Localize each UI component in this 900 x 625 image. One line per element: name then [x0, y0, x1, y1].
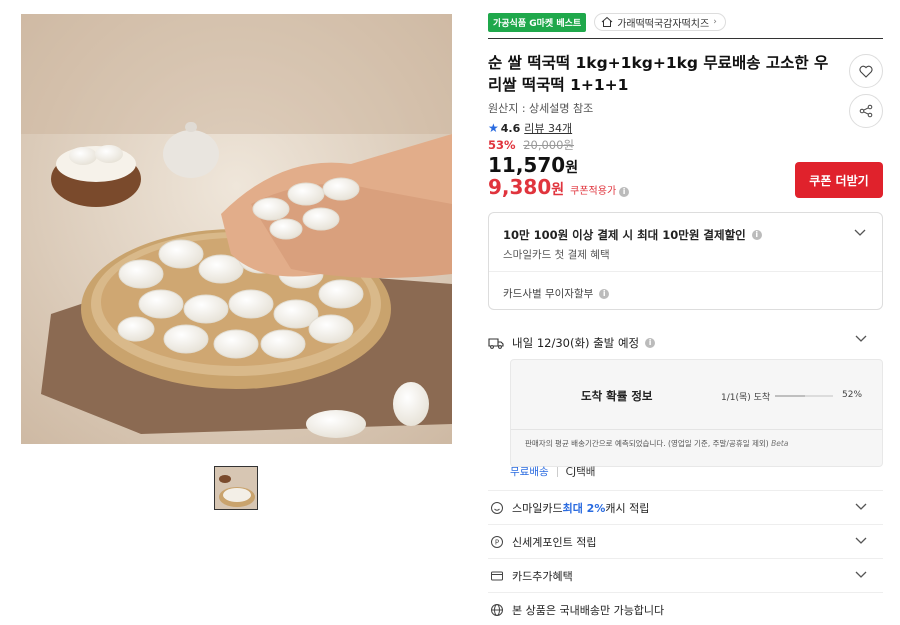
origin-info: 원산지 : 상세설명 참조 — [488, 102, 594, 115]
shinsegae-text: 신세계포인트 적립 — [512, 535, 597, 549]
sale-price: 11,570원 — [488, 153, 578, 177]
shop-name: 가래떡떡국감자떡치즈 — [617, 18, 710, 30]
chevron-down-icon[interactable] — [854, 229, 866, 237]
info-icon[interactable]: i — [599, 288, 610, 299]
rating-row: ★ 4.6 리뷰 34개 — [488, 120, 572, 136]
chevron-down-icon[interactable] — [855, 503, 867, 511]
arrival-probability-fill — [775, 395, 806, 397]
shop-link[interactable]: 가래떡떡국감자떡치즈 › — [594, 13, 726, 31]
arrival-probability-box: 도착 확률 정보 1/1(목) 도착 52% 판매자의 평균 배송기간으로 예측… — [510, 359, 883, 467]
divider — [489, 271, 882, 272]
coupon-tag: 쿠폰적용가 — [570, 186, 617, 197]
departure-text: 내일 12/30(화) 출발 예정 — [512, 336, 640, 350]
rating-score: 4.6 — [500, 121, 521, 135]
product-info-panel: 가공식품 G마켓 베스트 가래떡떡국감자떡치즈 › 순 쌀 떡국떡 1kg+1k… — [488, 12, 883, 617]
truck-icon — [488, 338, 504, 349]
free-shipping-label: 무료배송 — [510, 466, 549, 478]
product-thumbnail[interactable] — [214, 466, 258, 510]
globe-icon — [491, 603, 503, 616]
heart-icon — [859, 65, 873, 78]
product-image[interactable] — [21, 14, 452, 444]
chevron-down-icon[interactable] — [855, 571, 867, 579]
cropped-breadcrumb — [0, 0, 470, 6]
delivery-tags: 무료배송 CJ택배 — [510, 464, 595, 479]
chevron-down-icon[interactable] — [855, 335, 867, 343]
wishlist-button[interactable] — [849, 54, 883, 88]
product-title: 순 쌀 떡국떡 1kg+1kg+1kg 무료배송 고소한 우리쌀 떡국떡 1+1… — [488, 54, 829, 94]
shinsegae-point-row[interactable]: P 신세계포인트 적립 — [488, 524, 883, 558]
smile-highlight: 최대 2% — [562, 501, 606, 515]
coupon-price-unit: 원 — [551, 182, 565, 198]
smile-icon — [491, 501, 503, 514]
shipping-row[interactable]: 내일 12/30(화) 출발 예정 i — [488, 335, 883, 351]
info-icon[interactable]: i — [751, 230, 762, 240]
discount-percent: 53% — [488, 138, 516, 152]
sale-price-unit: 원 — [565, 160, 579, 176]
carrier-label: CJ택배 — [565, 466, 596, 478]
chevron-down-icon[interactable] — [855, 537, 867, 545]
card-benefit-text: 카드추가혜택 — [512, 569, 573, 583]
arrival-title: 도착 확률 정보 — [581, 389, 653, 403]
coupon-price-number: 9,380 — [488, 175, 552, 199]
smile-prefix: 스마일카드 — [512, 501, 563, 515]
badge-row: 가공식품 G마켓 베스트 가래떡떡국감자떡치즈 › — [488, 12, 883, 32]
card-icon — [491, 571, 503, 580]
coupon-price: 9,380 원 쿠폰적용가 i — [488, 175, 630, 199]
domestic-shipping-row: 본 상품은 국내배송만 가능합니다 — [488, 592, 883, 625]
share-button[interactable] — [849, 94, 883, 128]
point-icon: P — [491, 535, 503, 548]
installment-info: 카드사별 무이자할부 i — [503, 286, 610, 301]
rice-cake-photo — [21, 14, 452, 444]
discount-row: 53% 20,000원 — [488, 137, 574, 153]
separator — [556, 466, 558, 477]
smile-suffix: 캐시 적립 — [605, 501, 650, 515]
sale-price-number: 11,570 — [488, 153, 566, 177]
installment-text: 카드사별 무이자할부 — [503, 288, 594, 300]
smile-card-cash-row[interactable]: 스마일카드 최대 2% 캐시 적립 — [488, 490, 883, 524]
chevron-right-icon: › — [713, 17, 717, 27]
domestic-text: 본 상품은 국내배송만 가능합니다 — [512, 603, 665, 617]
arrival-day: 1/1(목) 도착 — [721, 393, 771, 403]
arrival-note-text: 판매자의 평균 배송기간으로 예측되었습니다. (영업일 기준, 주말/공휴일 … — [525, 439, 769, 448]
info-icon[interactable]: i — [619, 187, 630, 197]
info-icon[interactable]: i — [645, 338, 656, 348]
star-icon: ★ — [488, 121, 499, 135]
home-icon — [601, 16, 613, 27]
arrival-probability-bar — [775, 395, 833, 397]
category-badge[interactable]: 가공식품 G마켓 베스트 — [488, 12, 587, 32]
arrival-note: 판매자의 평균 배송기간으로 예측되었습니다. (영업일 기준, 주말/공휴일 … — [525, 438, 788, 449]
benefit-title-text: 10만 100원 이상 결제 시 최대 10만원 결제할인 — [503, 228, 746, 242]
arrival-percent: 52% — [842, 390, 863, 400]
thumbnail-photo — [215, 467, 257, 509]
benefit-title: 10만 100원 이상 결제 시 최대 10만원 결제할인 i — [503, 227, 762, 243]
divider — [511, 429, 882, 430]
benefit-subtitle: 스마일카드 첫 결제 혜택 — [503, 249, 610, 261]
review-count-link[interactable]: 리뷰 34개 — [524, 120, 572, 136]
payment-benefit-box[interactable]: 10만 100원 이상 결제 시 최대 10만원 결제할인 i 스마일카드 첫 … — [488, 212, 883, 310]
more-coupons-button[interactable]: 쿠폰 더받기 — [795, 162, 883, 198]
original-price: 20,000원 — [523, 138, 575, 152]
beta-label: Beta — [771, 439, 789, 448]
share-icon — [859, 104, 873, 118]
svg-text:P: P — [495, 538, 499, 546]
divider — [488, 38, 883, 39]
card-benefit-row[interactable]: 카드추가혜택 — [488, 558, 883, 592]
